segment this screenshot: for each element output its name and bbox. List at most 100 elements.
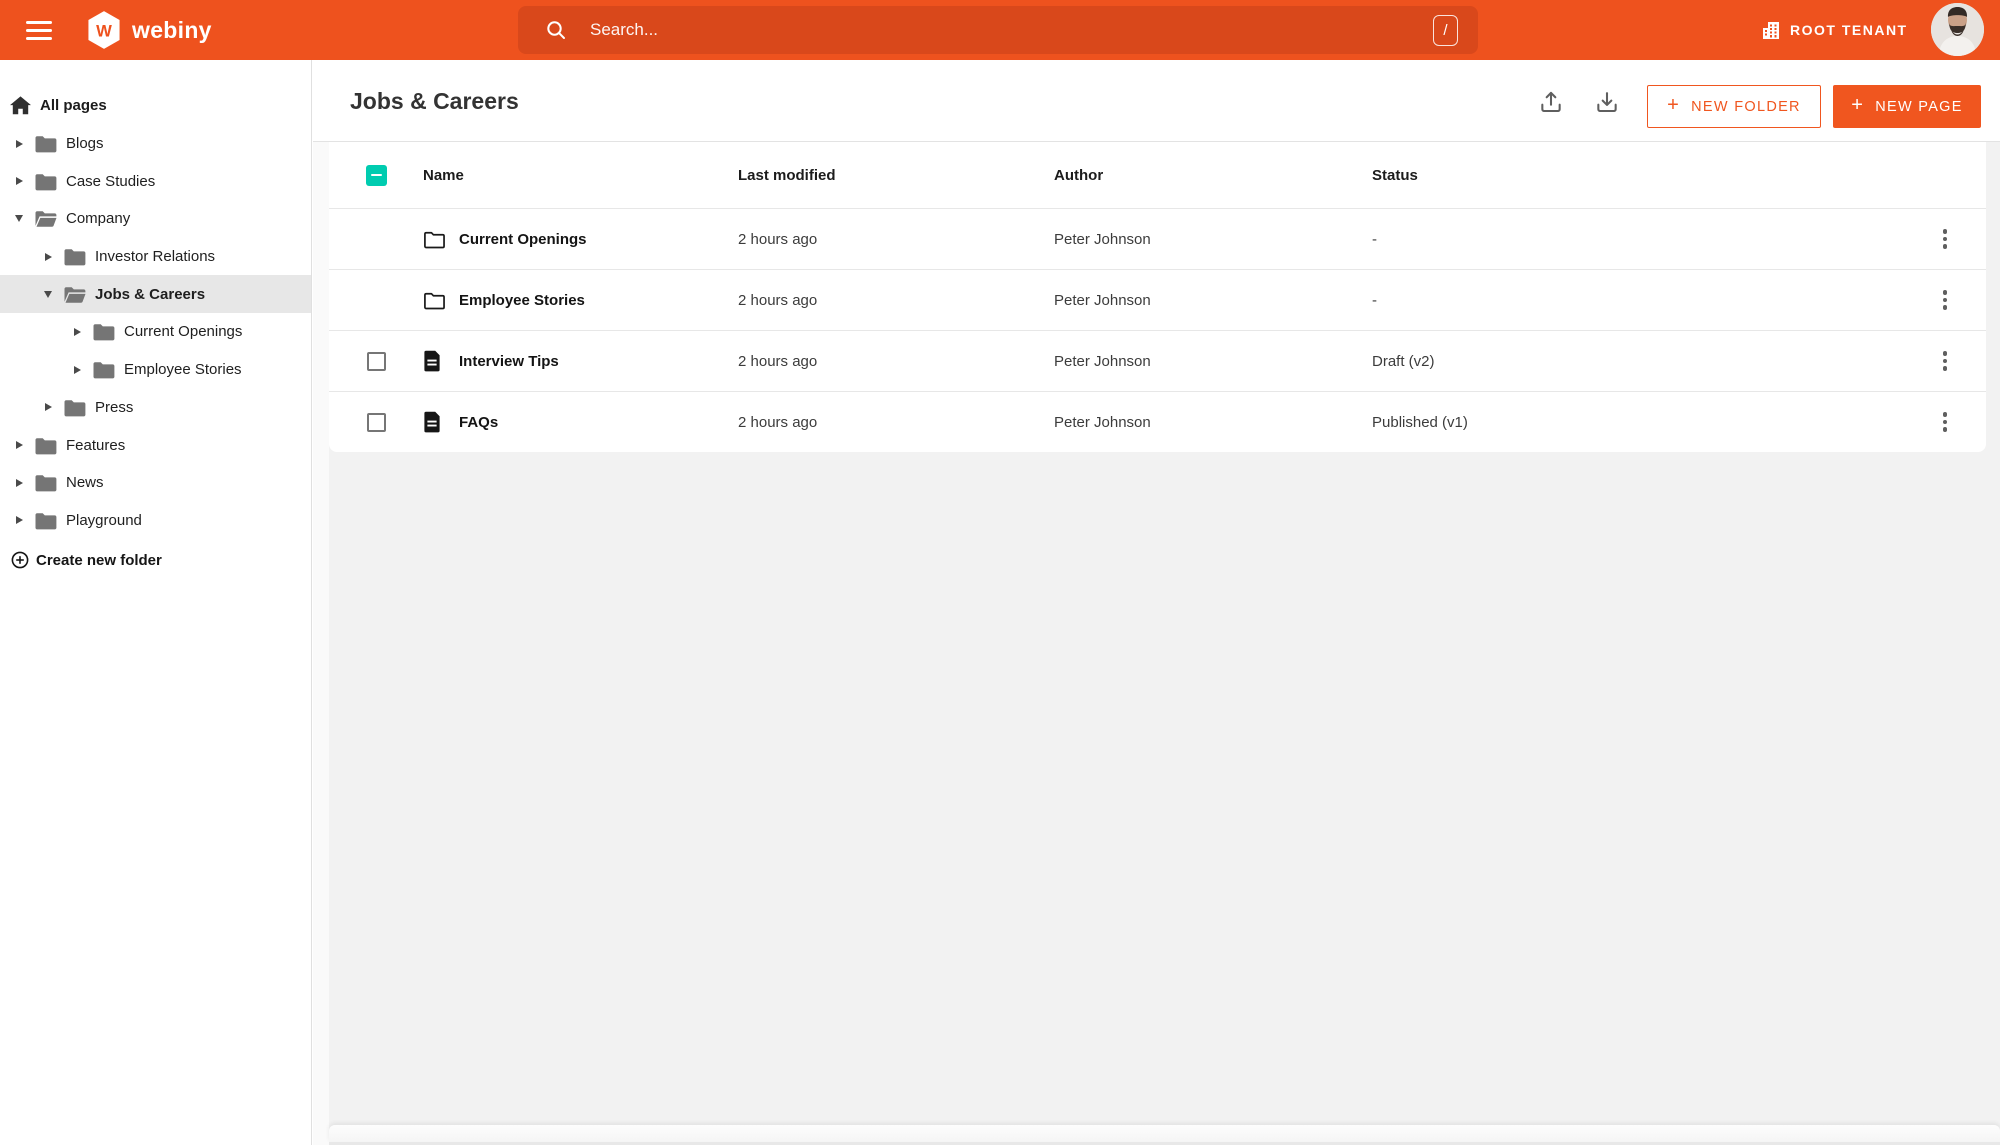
folder-outline-icon	[423, 230, 459, 249]
svg-text:W: W	[96, 22, 112, 41]
sidebar-item-employee-stories[interactable]: Employee Stories	[0, 351, 311, 389]
webiny-admin-app: W webiny Search... / ROOT TENANT All pag…	[0, 0, 2000, 1145]
sidebar-item-label: News	[66, 474, 104, 492]
chevron-down-icon[interactable]	[41, 290, 55, 298]
select-all-checkbox[interactable]	[365, 164, 387, 186]
folder-tree-sidebar: All pages Blogs Case Studies Company Inv…	[0, 60, 312, 1145]
chevron-right-icon[interactable]	[41, 403, 55, 412]
export-download-button[interactable]	[1594, 89, 1620, 115]
sidebar-item-label: Employee Stories	[124, 361, 242, 379]
row-name[interactable]: Employee Stories	[459, 292, 738, 309]
row-checkbox[interactable]	[366, 412, 386, 432]
sidebar-item-news[interactable]: News	[0, 464, 311, 502]
tenant-label: ROOT TENANT	[1790, 22, 1908, 38]
chevron-right-icon[interactable]	[12, 139, 26, 148]
row-status: Published (v1)	[1372, 413, 1468, 431]
row-name[interactable]: Current Openings	[459, 231, 738, 248]
column-header-author: Author	[1054, 166, 1104, 184]
row-last-modified: 2 hours ago	[738, 413, 818, 431]
table-row[interactable]: Employee Stories 2 hours ago Peter Johns…	[329, 269, 1986, 330]
folder-icon	[34, 436, 57, 455]
search-input[interactable]: Search...	[590, 20, 1433, 40]
folder-open-icon	[34, 209, 57, 228]
row-status: Draft (v2)	[1372, 352, 1435, 370]
chevron-right-icon[interactable]	[12, 441, 26, 450]
webiny-logo[interactable]: W webiny	[86, 0, 212, 60]
browser-footer-bar	[329, 1125, 2000, 1142]
hamburger-menu-icon[interactable]	[26, 18, 56, 42]
sidebar-item-press[interactable]: Press	[0, 389, 311, 427]
chevron-right-icon[interactable]	[12, 177, 26, 186]
sidebar-item-investor-relations[interactable]: Investor Relations	[0, 238, 311, 276]
home-icon	[10, 96, 31, 115]
folder-icon	[63, 247, 86, 266]
row-status: -	[1372, 230, 1377, 248]
circle-plus-icon	[11, 551, 29, 569]
row-author: Peter Johnson	[1054, 291, 1151, 309]
folder-open-icon	[63, 285, 86, 304]
row-actions-kebab-icon[interactable]	[1934, 285, 1956, 315]
new-page-button[interactable]: + NEW PAGE	[1833, 85, 1981, 128]
sidebar-item-label: Case Studies	[66, 172, 156, 190]
slash-shortcut-key: /	[1433, 14, 1458, 46]
folder-icon	[34, 473, 57, 492]
building-icon	[1762, 21, 1781, 40]
row-author: Peter Johnson	[1054, 413, 1151, 431]
folder-outline-icon	[423, 291, 459, 310]
folder-icon	[34, 172, 57, 191]
new-folder-button-label: NEW FOLDER	[1691, 98, 1801, 115]
sidebar-item-current-openings[interactable]: Current Openings	[0, 313, 311, 351]
folder-icon	[92, 360, 115, 379]
row-last-modified: 2 hours ago	[738, 291, 818, 309]
column-header-name: Name	[423, 166, 464, 184]
chevron-down-icon[interactable]	[12, 215, 26, 223]
table-row[interactable]: Current Openings 2 hours ago Peter Johns…	[329, 208, 1986, 269]
sidebar-item-all-pages[interactable]: All pages	[0, 87, 311, 125]
row-name[interactable]: FAQs	[459, 414, 738, 431]
sidebar-item-label: Company	[66, 210, 131, 228]
create-new-folder-label: Create new folder	[36, 551, 162, 569]
row-last-modified: 2 hours ago	[738, 230, 818, 248]
sidebar-item-features[interactable]: Features	[0, 426, 311, 464]
brand-wordmark: webiny	[132, 16, 212, 43]
column-header-last-modified: Last modified	[738, 166, 836, 184]
chevron-right-icon[interactable]	[12, 516, 26, 525]
folder-icon	[63, 398, 86, 417]
page-title: Jobs & Careers	[350, 87, 519, 114]
page-document-icon	[423, 350, 459, 372]
file-browser-area: Name Last modified Author Status Current…	[329, 142, 2000, 1142]
row-actions-kebab-icon[interactable]	[1934, 346, 1956, 376]
sidebar-item-label: Blogs	[66, 135, 104, 153]
folder-icon	[34, 511, 57, 530]
import-upload-button[interactable]	[1538, 89, 1564, 115]
new-folder-button[interactable]: + NEW FOLDER	[1647, 85, 1821, 128]
row-name[interactable]: Interview Tips	[459, 353, 738, 370]
sidebar-item-label: Playground	[66, 511, 142, 529]
search-bar[interactable]: Search... /	[518, 6, 1478, 54]
sidebar-item-label: Press	[95, 398, 134, 416]
chevron-right-icon[interactable]	[41, 252, 55, 261]
sidebar-item-company[interactable]: Company	[0, 200, 311, 238]
table-row[interactable]: FAQs 2 hours ago Peter Johnson Published…	[329, 391, 1986, 452]
new-page-button-label: NEW PAGE	[1875, 98, 1963, 115]
search-icon	[544, 18, 568, 42]
sidebar-item-blogs[interactable]: Blogs	[0, 125, 311, 163]
row-actions-kebab-icon[interactable]	[1934, 224, 1956, 254]
chevron-right-icon[interactable]	[12, 478, 26, 487]
tenant-selector[interactable]: ROOT TENANT	[1762, 0, 1908, 60]
row-actions-kebab-icon[interactable]	[1934, 407, 1956, 437]
chevron-right-icon[interactable]	[70, 327, 84, 336]
sidebar-item-case-studies[interactable]: Case Studies	[0, 162, 311, 200]
folder-icon	[34, 134, 57, 153]
page-header: Jobs & Careers + NEW FOLDER + NEW PAGE	[313, 60, 2000, 142]
sidebar-item-jobs-careers[interactable]: Jobs & Careers	[0, 275, 311, 314]
create-new-folder-button[interactable]: Create new folder	[0, 541, 311, 579]
row-checkbox[interactable]	[366, 351, 386, 371]
table-row[interactable]: Interview Tips 2 hours ago Peter Johnson…	[329, 330, 1986, 391]
user-avatar[interactable]	[1931, 3, 1984, 56]
folder-icon	[92, 322, 115, 341]
plus-icon: +	[1667, 94, 1681, 116]
chevron-right-icon[interactable]	[70, 365, 84, 374]
sidebar-item-playground[interactable]: Playground	[0, 502, 311, 540]
top-bar: W webiny Search... / ROOT TENANT	[0, 0, 2000, 60]
